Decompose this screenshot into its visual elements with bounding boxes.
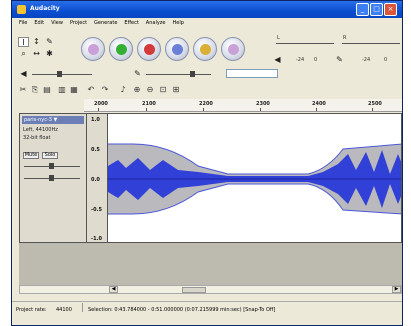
ruler-label: 2200 (199, 101, 213, 107)
menu-effect[interactable]: Effect (124, 20, 138, 26)
edit-toolbar: ✂ ⎘ ▤ ▥ ▦ ↶ ↷ ♪ ⊕ ⊖ ⊡ ⊞ (12, 83, 402, 97)
meter-tick: 0 (314, 57, 318, 63)
menu-edit[interactable]: Edit (34, 20, 44, 26)
selection-tool-icon[interactable]: I (18, 37, 29, 47)
menu-analyze[interactable]: Analyze (146, 20, 166, 26)
meter-label-r: R (343, 35, 347, 41)
scroll-right-button[interactable]: ▶ (392, 286, 401, 293)
track-format-rate: Left, 44100Hz (23, 127, 58, 133)
scale-label: 1.0 (91, 117, 100, 123)
amplitude-scale: 1.0 0.5 0.0 -0.5 -1.0 (87, 113, 108, 243)
scale-label: -0.5 (91, 207, 102, 213)
sync-icon[interactable]: ♪ (118, 85, 128, 95)
trim-icon[interactable]: ▥ (57, 85, 67, 95)
input-source-select[interactable] (226, 69, 278, 78)
waveform-svg (108, 143, 401, 215)
scale-label: 0.5 (91, 147, 100, 153)
meter-tick: -24 (362, 57, 371, 63)
ruler-tick (316, 108, 317, 111)
speaker-icon: ◀ (274, 55, 281, 64)
window-title: Audacity (30, 5, 60, 12)
pan-thumb[interactable] (49, 175, 54, 181)
ruler-tick (98, 108, 99, 111)
zoom-in-icon[interactable]: ⊕ (132, 85, 142, 95)
record-meter (342, 43, 400, 44)
ruler-label: 2300 (256, 101, 270, 107)
draw-tool-icon[interactable]: ✎ (44, 37, 55, 47)
horizontal-scrollbar[interactable]: ◀ ▶ (19, 285, 402, 294)
microphone-icon: ✎ (134, 69, 141, 78)
audacity-icon (17, 5, 26, 14)
app-window: Audacity _ □ × File Edit View Project Ge… (11, 0, 403, 326)
ruler-label: 2100 (142, 101, 156, 107)
record-button[interactable] (137, 37, 161, 61)
paste-icon[interactable]: ▤ (42, 85, 52, 95)
status-divider (82, 303, 83, 312)
copy-icon[interactable]: ⎘ (30, 85, 40, 95)
timeshift-tool-icon[interactable]: ↔ (31, 49, 42, 59)
waveform-area[interactable] (108, 113, 402, 243)
ruler-label: 2400 (312, 101, 326, 107)
scale-label: 0.0 (91, 177, 100, 183)
cut-icon[interactable]: ✂ (18, 85, 28, 95)
ruler-tick (260, 108, 261, 111)
playback-meter (276, 43, 334, 44)
minimize-button[interactable]: _ (356, 3, 369, 16)
speaker-icon: ◀ (20, 69, 27, 78)
scroll-left-button[interactable]: ◀ (109, 286, 118, 293)
menu-file[interactable]: File (19, 20, 27, 26)
project-rate-value[interactable]: 44100 (56, 307, 72, 313)
multi-tool-icon[interactable]: ✱ (44, 49, 55, 59)
scroll-thumb[interactable] (182, 287, 206, 293)
meter-tick: 0 (384, 57, 388, 63)
microphone-icon: ✎ (336, 55, 343, 64)
ruler-tick (146, 108, 147, 111)
ruler-tick (372, 108, 373, 111)
mute-button[interactable]: Mute (23, 152, 39, 159)
status-bar: Project rate: 44100 Selection: 0:43.7840… (12, 301, 402, 313)
title-bar: Audacity _ □ × (12, 1, 402, 18)
input-volume-slider[interactable] (146, 74, 211, 75)
envelope-tool-icon[interactable]: ↕ (31, 37, 42, 47)
tools-area: I ↕ ✎ ⌕ ↔ ✱ L R ◀ -24 0 ✎ -24 0 ◀ ✎ (12, 29, 402, 109)
menu-view[interactable]: View (51, 20, 63, 26)
menu-generate[interactable]: Generate (94, 20, 117, 26)
zoom-tool-icon[interactable]: ⌕ (18, 49, 29, 59)
track-name-dropdown[interactable]: paris-nyc-3 ▼ (22, 116, 84, 124)
project-rate-label: Project rate: (16, 307, 47, 313)
fit-selection-icon[interactable]: ⊡ (158, 85, 168, 95)
empty-track-area[interactable] (19, 243, 402, 285)
menu-bar: File Edit View Project Generate Effect A… (12, 18, 402, 28)
pause-button[interactable] (165, 37, 189, 61)
meter-tick: -24 (296, 57, 305, 63)
ruler-tick (203, 108, 204, 111)
ruler-label: 2500 (368, 101, 382, 107)
gain-thumb[interactable] (49, 163, 54, 169)
menu-help[interactable]: Help (173, 20, 184, 26)
skip-to-start-button[interactable] (81, 37, 105, 61)
output-volume-thumb[interactable] (57, 71, 62, 77)
zoom-out-icon[interactable]: ⊖ (145, 85, 155, 95)
close-button[interactable]: × (384, 3, 397, 16)
skip-to-end-button[interactable] (221, 37, 245, 61)
stop-button[interactable] (193, 37, 217, 61)
zoom-toggle-icon[interactable]: ⊞ (171, 85, 181, 95)
play-button[interactable] (109, 37, 133, 61)
redo-icon[interactable]: ↷ (100, 85, 110, 95)
scale-label: -1.0 (91, 236, 102, 242)
menu-project[interactable]: Project (70, 20, 87, 26)
selection-status: Selection: 0:43.784000 - 0:51.000000 (0:… (88, 307, 276, 313)
solo-button[interactable]: Solo (42, 152, 58, 159)
undo-icon[interactable]: ↶ (86, 85, 96, 95)
ruler-label: 2000 (94, 101, 108, 107)
track-control-panel: paris-nyc-3 ▼ Left, 44100Hz 32-bit float… (19, 113, 87, 243)
maximize-button[interactable]: □ (370, 3, 383, 16)
input-volume-thumb[interactable] (190, 71, 195, 77)
timeline-ruler[interactable]: 2000 2100 2200 2300 2400 2500 (84, 99, 402, 112)
silence-icon[interactable]: ▦ (69, 85, 79, 95)
track-format-bits: 32-bit float (23, 135, 51, 141)
meter-label-l: L (277, 35, 280, 41)
output-volume-slider[interactable] (32, 74, 92, 75)
